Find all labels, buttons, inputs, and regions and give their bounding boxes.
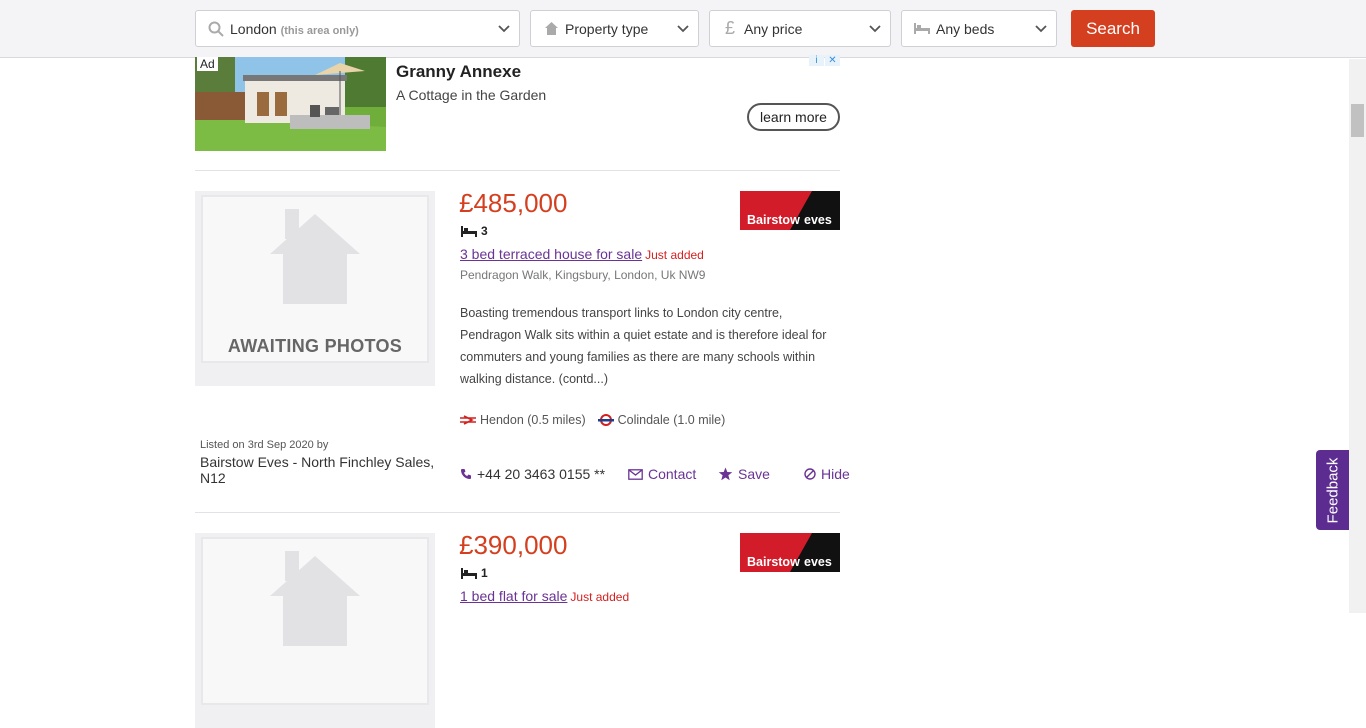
agent-logo-text: Bairstow <box>747 213 800 227</box>
chevron-down-icon <box>860 24 890 33</box>
agent-logo[interactable]: Bairstow eves <box>740 533 840 572</box>
listing-beds: 3 <box>460 224 488 238</box>
station-label: Hendon (0.5 miles) <box>480 413 586 427</box>
property-type-value: Property type <box>565 20 649 37</box>
chevron-down-icon <box>1026 24 1056 33</box>
chevron-down-icon <box>668 24 698 33</box>
ad-title[interactable]: Granny Annexe <box>396 62 521 82</box>
listing-title[interactable]: 3 bed terraced house for sale <box>460 246 642 262</box>
beds-select[interactable]: Any beds <box>901 10 1057 47</box>
bed-icon <box>461 225 477 237</box>
phone-icon <box>461 469 471 479</box>
price-value: Any price <box>744 20 803 37</box>
beds-count: 1 <box>481 566 488 580</box>
house-placeholder-icon <box>270 209 360 304</box>
divider <box>195 512 840 513</box>
price-select[interactable]: £ Any price <box>709 10 891 47</box>
listing-title[interactable]: 1 bed flat for sale <box>460 588 567 604</box>
listing-photo[interactable] <box>195 533 435 728</box>
ad-badge: Ad <box>197 57 218 71</box>
location-value: London <box>230 20 277 37</box>
contact-button[interactable]: Contact <box>628 466 718 482</box>
bed-icon <box>908 22 936 35</box>
location-field[interactable]: London (this area only) <box>195 10 520 47</box>
underground-icon <box>597 414 614 426</box>
listing-description[interactable]: Boasting tremendous transport links to L… <box>460 302 832 390</box>
divider <box>195 170 840 171</box>
save-label[interactable]: Save <box>738 466 770 482</box>
awaiting-photos-text: AWAITING PHOTOS <box>227 336 403 356</box>
ad-subtitle: A Cottage in the Garden <box>396 87 547 103</box>
listing-photo[interactable]: AWAITING PHOTOS <box>195 191 435 386</box>
scrollbar-track[interactable] <box>1349 59 1366 613</box>
listing-price[interactable]: £390,000 <box>459 530 567 561</box>
agent-logo-text: eves <box>804 555 832 569</box>
listing-title-link[interactable]: 3 bed terraced house for sale Just added <box>460 246 704 262</box>
beds-value: Any beds <box>936 20 995 37</box>
nearby-stations: Hendon (0.5 miles) Colindale (1.0 mile) <box>460 413 737 427</box>
agent-logo-text: Bairstow <box>747 555 800 569</box>
hide-label[interactable]: Hide <box>821 466 850 482</box>
listing-address: Pendragon Walk, Kingsbury, London, Uk NW… <box>460 268 706 282</box>
ad-learn-more-button[interactable]: learn more <box>747 103 840 131</box>
ad-image[interactable] <box>195 57 386 151</box>
property-type-select[interactable]: Property type <box>530 10 699 47</box>
search-button[interactable]: Search <box>1071 10 1155 47</box>
contact-label[interactable]: Contact <box>648 466 696 482</box>
station-item: Colindale (1.0 mile) <box>597 413 726 427</box>
scrollbar-thumb[interactable] <box>1351 104 1364 137</box>
pound-icon: £ <box>724 18 735 38</box>
just-added-badge: Just added <box>570 590 630 604</box>
ad-choices[interactable]: i ✕ <box>809 55 840 66</box>
agent-logo[interactable]: Bairstow eves <box>740 191 840 230</box>
hide-button[interactable]: Hide <box>804 466 850 482</box>
envelope-icon <box>628 468 643 480</box>
listing-price[interactable]: £485,000 <box>459 188 567 219</box>
feedback-tab[interactable]: Feedback <box>1316 450 1349 530</box>
listing-actions: +44 20 3463 0155 ** Contact Save Hide <box>460 466 850 482</box>
location-hint: (this area only) <box>280 24 359 37</box>
house-icon <box>537 21 565 36</box>
station-item: Hendon (0.5 miles) <box>460 413 586 427</box>
star-icon <box>718 467 733 481</box>
national-rail-icon <box>460 415 476 425</box>
agent-logo-text: eves <box>804 213 832 227</box>
listed-date: Listed on 3rd Sep 2020 by <box>200 439 329 451</box>
hide-icon <box>804 468 816 480</box>
search-bar: London (this area only) Property type £ … <box>0 0 1366 58</box>
house-placeholder-icon <box>270 551 360 646</box>
agent-name[interactable]: Bairstow Eves - North Finchley Sales, N1… <box>200 454 440 486</box>
phone-number[interactable]: +44 20 3463 0155 ** <box>477 466 605 482</box>
info-icon[interactable]: i <box>809 55 824 66</box>
chevron-down-icon <box>489 24 519 33</box>
listing-title-link[interactable]: 1 bed flat for sale Just added <box>460 588 629 604</box>
search-icon <box>202 21 230 37</box>
just-added-badge: Just added <box>645 248 704 262</box>
beds-count: 3 <box>481 224 488 238</box>
station-label: Colindale (1.0 mile) <box>617 413 726 427</box>
save-button[interactable]: Save <box>718 466 804 482</box>
close-icon[interactable]: ✕ <box>825 55 840 66</box>
phone-link[interactable]: +44 20 3463 0155 ** <box>460 466 628 482</box>
feedback-label[interactable]: Feedback <box>1324 457 1341 523</box>
bed-icon <box>461 567 477 579</box>
listing-beds: 1 <box>460 566 488 580</box>
